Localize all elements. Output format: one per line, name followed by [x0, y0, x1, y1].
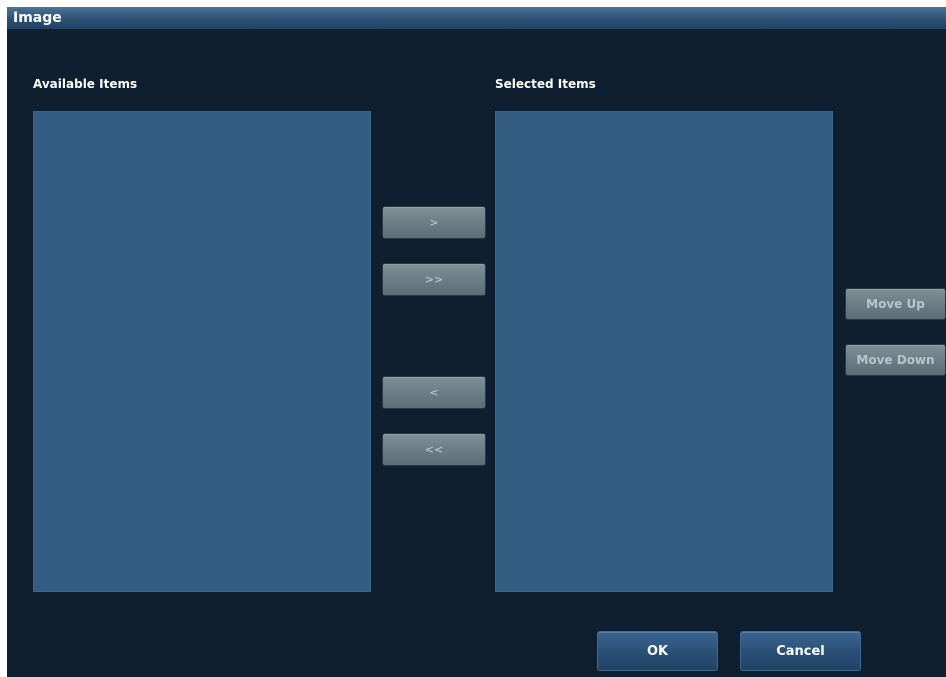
- dialog-titlebar[interactable]: Image: [7, 7, 946, 29]
- ok-button[interactable]: OK: [597, 631, 718, 671]
- add-all-button[interactable]: >>: [382, 263, 486, 296]
- available-items-label: Available Items: [33, 77, 138, 91]
- remove-selected-button[interactable]: <: [382, 376, 486, 409]
- available-items-list[interactable]: [33, 111, 371, 592]
- add-selected-button[interactable]: >: [382, 206, 486, 239]
- remove-all-button[interactable]: <<: [382, 433, 486, 466]
- dialog-title: Image: [13, 10, 62, 26]
- selected-items-list[interactable]: [495, 111, 833, 592]
- move-up-button[interactable]: Move Up: [845, 288, 946, 320]
- image-dialog: Image Available Items > >> < << Selected…: [7, 7, 946, 677]
- cancel-button[interactable]: Cancel: [740, 631, 861, 671]
- move-down-button[interactable]: Move Down: [845, 344, 946, 376]
- selected-items-label: Selected Items: [495, 77, 596, 91]
